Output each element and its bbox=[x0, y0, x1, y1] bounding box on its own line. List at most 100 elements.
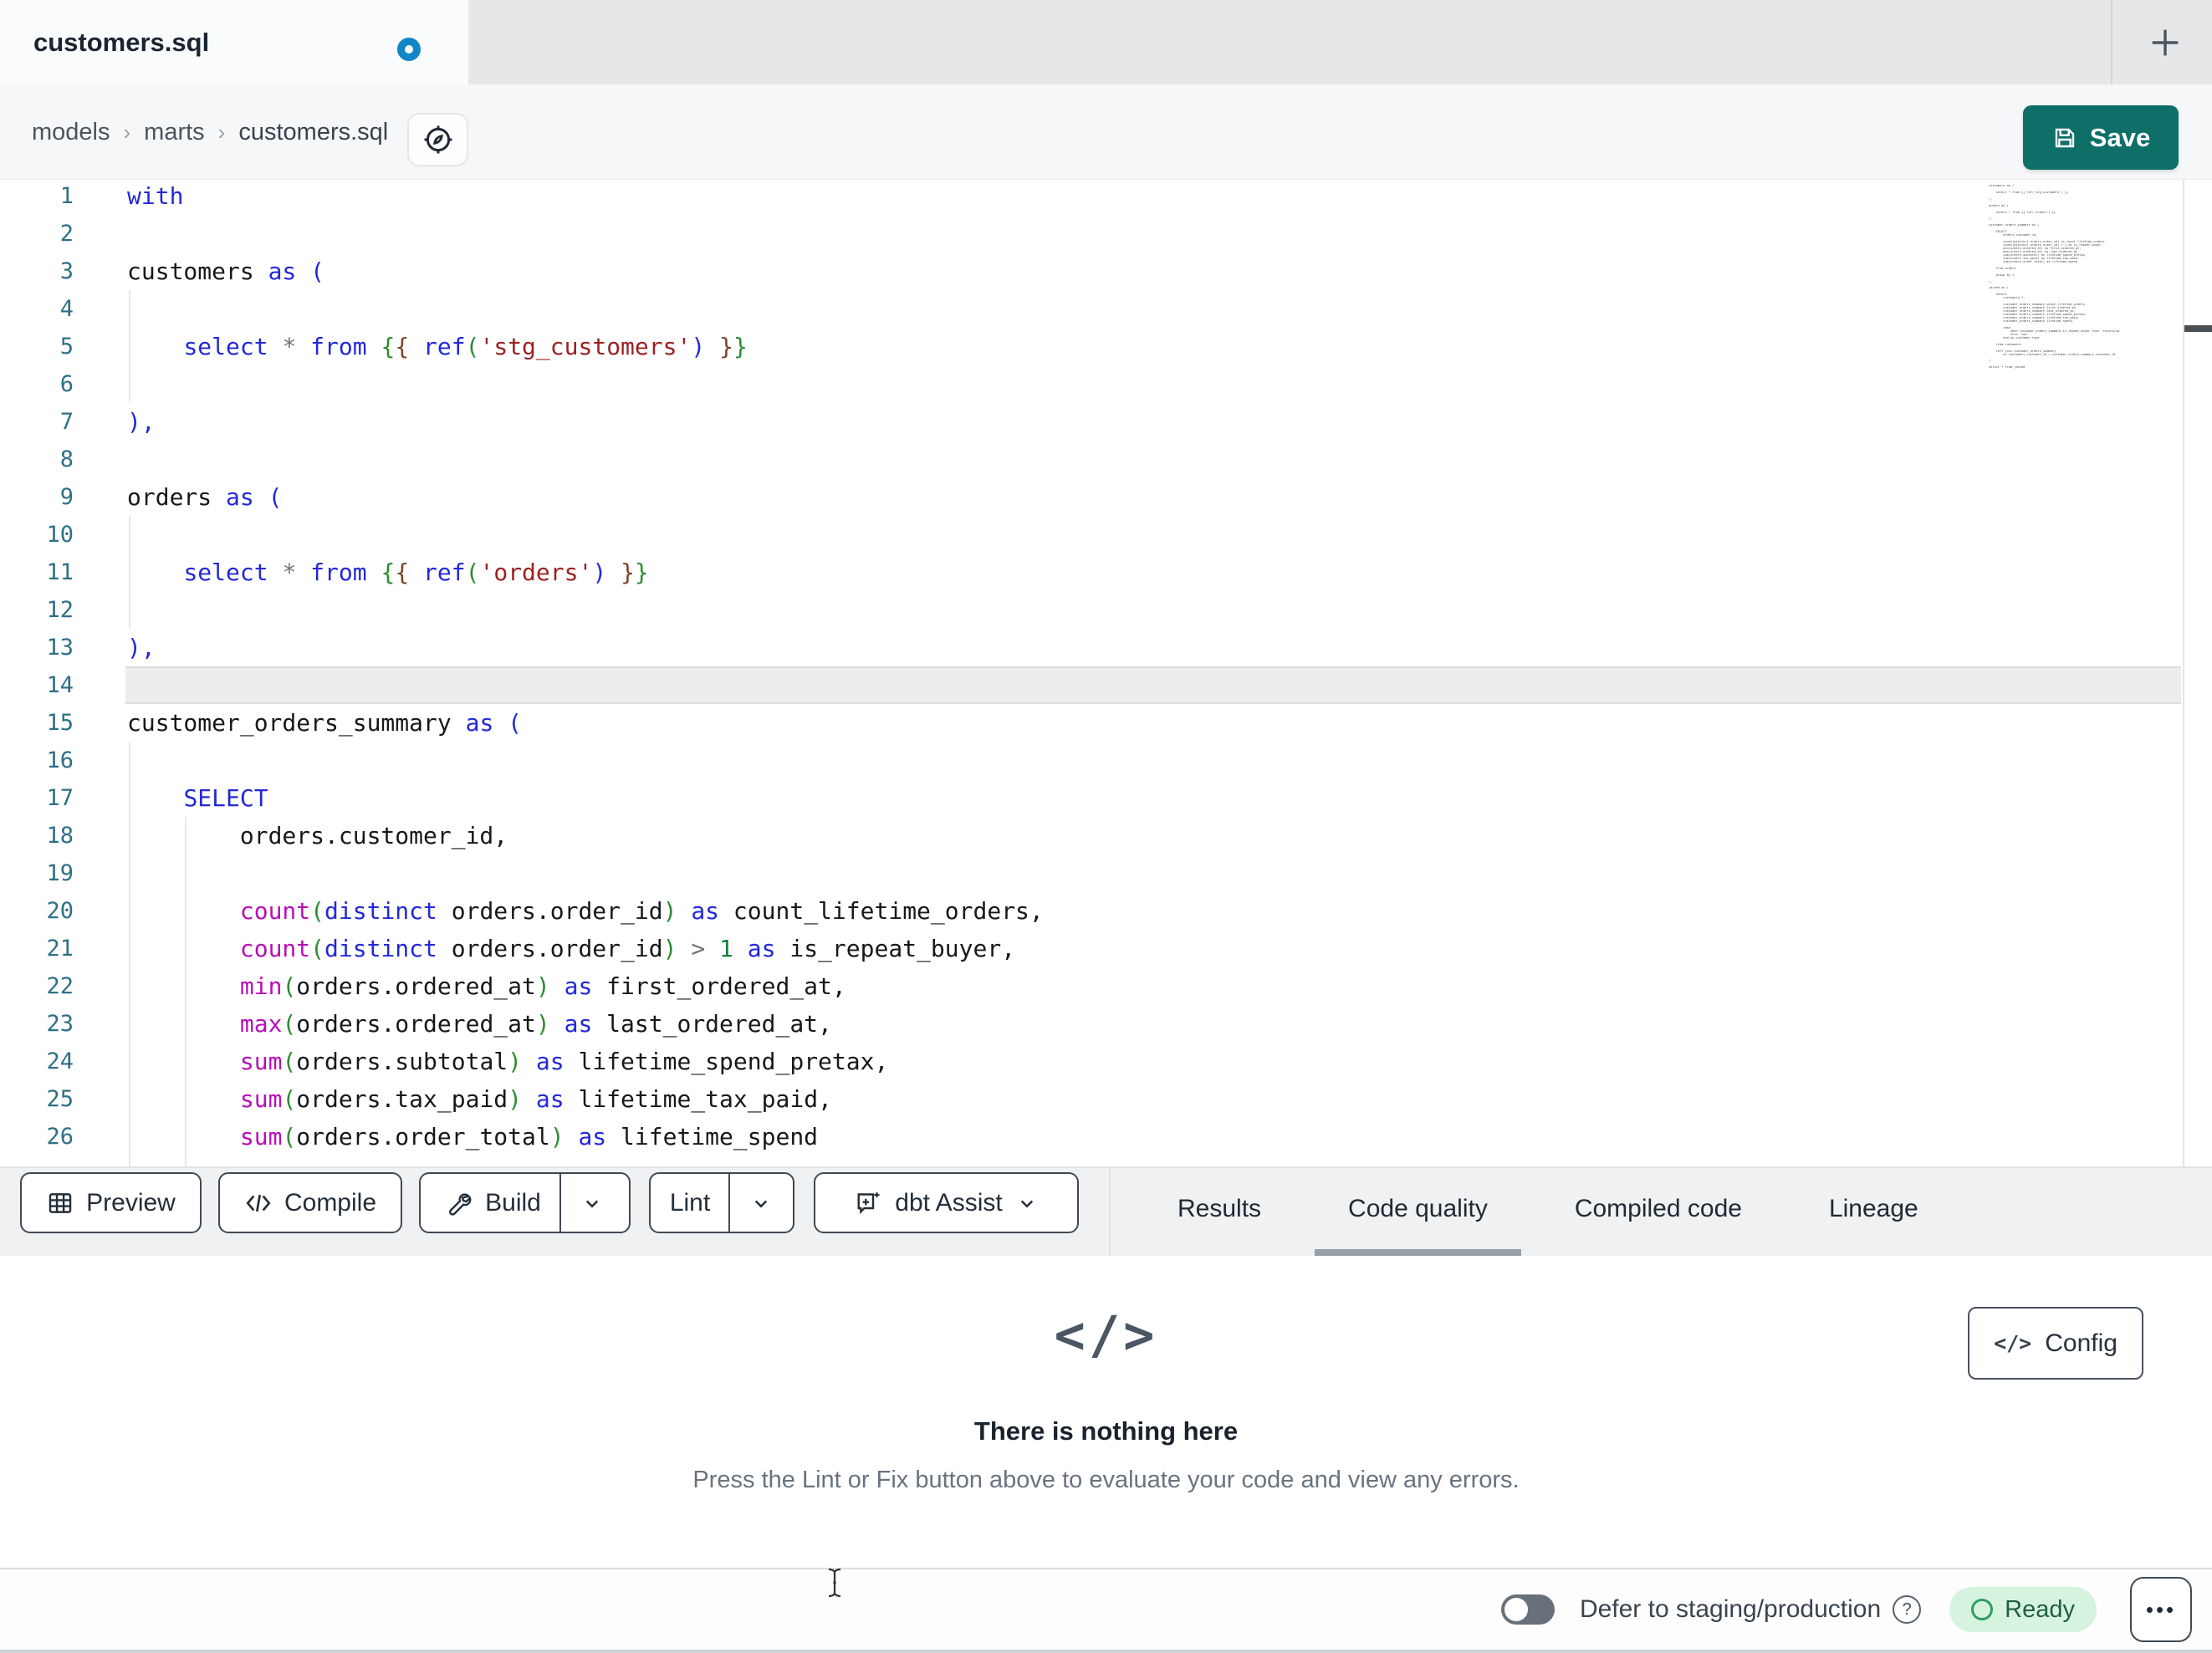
preview-button[interactable]: Preview bbox=[20, 1172, 202, 1233]
line-number: 18 bbox=[46, 823, 74, 849]
build-dropdown-button[interactable] bbox=[559, 1174, 623, 1232]
line-number: 14 bbox=[46, 672, 74, 698]
tab-results[interactable]: Results bbox=[1144, 1168, 1295, 1256]
line-number: 25 bbox=[46, 1086, 74, 1112]
code-line-11[interactable]: select * from {{ ref('orders') }} bbox=[127, 554, 648, 591]
tab-lineage[interactable]: Lineage bbox=[1796, 1168, 1952, 1256]
code-line-23[interactable]: max(orders.ordered_at) as last_ordered_a… bbox=[127, 1005, 832, 1043]
breadcrumb: models › marts › customers.sql bbox=[32, 84, 388, 180]
defer-label: Defer to staging/production bbox=[1579, 1595, 1882, 1623]
ide-window: customers.sql models › marts › customers.sql bbox=[0, 0, 2212, 1653]
code-line-15[interactable]: customer_orders_summary as ( bbox=[127, 704, 522, 742]
breadcrumb-separator-icon: › bbox=[217, 119, 226, 145]
active-line-highlight bbox=[125, 666, 2181, 704]
status-bar: Defer to staging/production ? Ready ••• bbox=[0, 1568, 2212, 1650]
code-editor[interactable]: 1 2 3 4 5 6 7 8 9 10 11 12 13 14 15 16 17 18 19 20 21 22 23 24 2… bbox=[0, 180, 2212, 1166]
code-line-13[interactable]: ), bbox=[127, 629, 156, 666]
lint-button-label: Lint bbox=[669, 1188, 711, 1217]
tab-compiled-code[interactable]: Compiled code bbox=[1541, 1168, 1775, 1256]
chevron-down-icon bbox=[585, 1200, 598, 1208]
results-panel: </> There is nothing here Press the Lint… bbox=[0, 1256, 2212, 1568]
lint-button-main[interactable]: Lint bbox=[651, 1174, 728, 1232]
line-number: 24 bbox=[46, 1048, 74, 1074]
save-floppy-icon bbox=[2055, 128, 2074, 147]
code-line-5[interactable]: select * from {{ ref('stg_customers') }} bbox=[127, 328, 747, 365]
code-line-9[interactable]: orders as ( bbox=[127, 478, 282, 516]
breadcrumb-item-customers-sql[interactable]: customers.sql bbox=[238, 119, 388, 146]
compass-icon bbox=[424, 125, 452, 154]
breadcrumb-item-marts[interactable]: marts bbox=[144, 119, 205, 146]
line-number: 7 bbox=[59, 409, 74, 435]
toggle-knob-icon bbox=[1504, 1598, 1528, 1621]
wrench-icon bbox=[449, 1192, 472, 1216]
line-number: 1 bbox=[59, 183, 74, 209]
lint-dropdown-button[interactable] bbox=[728, 1174, 792, 1232]
preview-button-label: Preview bbox=[86, 1188, 176, 1217]
dbt-copilot-button[interactable] bbox=[407, 113, 468, 166]
line-number: 4 bbox=[59, 296, 74, 322]
dbt-assist-button[interactable]: dbt Assist bbox=[814, 1172, 1079, 1233]
code-line-22[interactable]: min(orders.ordered_at) as first_ordered_… bbox=[127, 967, 846, 1005]
minimap[interactable]: with customers as ( select * from {{ ref… bbox=[1989, 180, 2123, 370]
result-tabs: Results Code quality Compiled code Lineage bbox=[1144, 1168, 1952, 1256]
code-line-20[interactable]: count(distinct orders.order_id) as count… bbox=[127, 892, 1044, 930]
new-tab-button[interactable] bbox=[2129, 7, 2201, 79]
build-button[interactable]: Build bbox=[419, 1172, 631, 1233]
more-options-button[interactable]: ••• bbox=[2130, 1577, 2192, 1642]
unsaved-changes-dot-icon bbox=[397, 38, 421, 61]
code-brackets-icon: </> bbox=[1994, 1331, 2032, 1355]
line-number: 16 bbox=[46, 747, 74, 773]
ellipsis-icon: ••• bbox=[2145, 1596, 2177, 1622]
compile-button[interactable]: Compile bbox=[218, 1172, 402, 1233]
code-brackets-icon bbox=[246, 1194, 271, 1212]
line-number: 22 bbox=[46, 973, 74, 999]
chevron-down-icon bbox=[755, 1200, 768, 1208]
compile-button-label: Compile bbox=[284, 1188, 377, 1217]
line-number: 11 bbox=[46, 559, 74, 585]
breadcrumb-row: models › marts › customers.sql Save bbox=[0, 84, 2212, 180]
code-line-7[interactable]: ), bbox=[127, 403, 156, 441]
ready-circle-icon bbox=[1971, 1599, 1994, 1620]
toolbar-tabs-divider bbox=[1109, 1168, 1111, 1256]
build-button-main[interactable]: Build bbox=[427, 1174, 559, 1232]
code-empty-icon: </> bbox=[1054, 1304, 1158, 1365]
line-number: 26 bbox=[46, 1124, 74, 1150]
dbt-assist-button-label: dbt Assist bbox=[895, 1188, 1003, 1217]
window-bottom-edge bbox=[0, 1650, 2212, 1653]
line-number: 2 bbox=[59, 221, 74, 247]
lint-button[interactable]: Lint bbox=[649, 1172, 794, 1233]
text-cursor-icon bbox=[828, 1568, 841, 1598]
code-line-24[interactable]: sum(orders.subtotal) as lifetime_spend_p… bbox=[127, 1043, 888, 1080]
line-number: 23 bbox=[46, 1011, 74, 1037]
code-line-17[interactable]: SELECT bbox=[127, 779, 268, 817]
tab-code-quality[interactable]: Code quality bbox=[1315, 1168, 1521, 1256]
help-icon[interactable]: ? bbox=[1893, 1595, 1922, 1624]
file-tab-customers-sql[interactable]: customers.sql bbox=[0, 0, 468, 84]
config-button[interactable]: </> Config bbox=[1968, 1307, 2143, 1380]
code-line-18[interactable]: orders.customer_id, bbox=[127, 817, 508, 855]
save-button[interactable]: Save bbox=[2023, 105, 2179, 170]
line-number: 19 bbox=[46, 860, 74, 886]
table-grid-icon bbox=[49, 1192, 72, 1213]
line-number: 10 bbox=[46, 522, 74, 548]
breadcrumb-item-models[interactable]: models bbox=[32, 119, 110, 146]
code-line-3[interactable]: customers as ( bbox=[127, 253, 324, 290]
plus-icon bbox=[2152, 29, 2179, 56]
code-line-26[interactable]: sum(orders.order_total) as lifetime_spen… bbox=[127, 1118, 818, 1156]
line-number: 20 bbox=[46, 898, 74, 924]
scrollbar-marker bbox=[2184, 325, 2212, 332]
line-number: 6 bbox=[59, 371, 74, 397]
line-number: 5 bbox=[59, 334, 74, 360]
line-number: 13 bbox=[46, 635, 74, 661]
code-line-21[interactable]: count(distinct orders.order_id) > 1 as i… bbox=[127, 930, 1015, 967]
code-line-25[interactable]: sum(orders.tax_paid) as lifetime_tax_pai… bbox=[127, 1080, 832, 1118]
breadcrumb-separator-icon: › bbox=[123, 119, 131, 145]
line-number: 8 bbox=[59, 446, 74, 472]
code-line-1[interactable]: with bbox=[127, 180, 183, 215]
line-number: 12 bbox=[46, 597, 74, 623]
file-tab-title: customers.sql bbox=[33, 27, 210, 57]
line-number: 15 bbox=[46, 710, 74, 736]
defer-toggle[interactable] bbox=[1500, 1594, 1555, 1625]
line-number: 17 bbox=[46, 785, 74, 811]
ready-label: Ready bbox=[2005, 1595, 2075, 1623]
